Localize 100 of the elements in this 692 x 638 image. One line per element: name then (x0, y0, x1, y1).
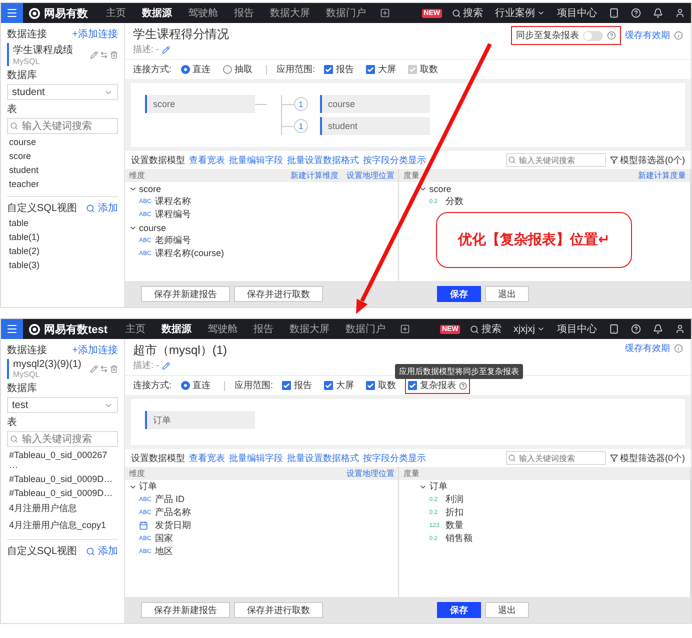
table-list-item[interactable]: 4月注册用户信息_copy1 (7, 518, 118, 533)
filter-icon[interactable] (610, 156, 618, 164)
menu-icon[interactable] (6, 7, 18, 19)
join-count-badge[interactable]: 1 (294, 97, 308, 111)
secondary-button[interactable]: 保存并新建报告 (141, 286, 230, 302)
field-name[interactable]: 发货日期 (155, 519, 191, 532)
cache-link[interactable]: 缓存有效期 (625, 29, 670, 42)
secondary-button[interactable]: 保存并进行取数 (234, 286, 323, 302)
nav-tab[interactable]: 报告 (226, 6, 262, 20)
add-icon[interactable] (400, 324, 410, 334)
pencil-icon[interactable] (90, 50, 98, 58)
nav-tab[interactable]: 主页 (118, 322, 154, 336)
table-node[interactable]: course (320, 95, 430, 113)
field-name[interactable]: 产品名称 (155, 506, 191, 519)
scope-checkbox[interactable]: 大屏 (363, 61, 400, 78)
field-search-field[interactable]: 输入关键词搜索 (506, 153, 606, 167)
field-name[interactable]: 利润 (445, 493, 464, 506)
secondary-button[interactable]: 保存并新建报告 (141, 602, 230, 618)
bell-icon[interactable] (653, 324, 663, 334)
table-list-item[interactable]: 4月注册用户信息 (7, 501, 118, 516)
info-icon[interactable] (674, 344, 683, 353)
toolbar-link[interactable]: 查看宽表 (189, 154, 225, 166)
toolbar-link[interactable]: 批量编辑字段 (229, 154, 283, 166)
project-center-link[interactable]: 项目中心 (551, 322, 603, 336)
sql-view-item[interactable]: table (7, 217, 118, 229)
field-name[interactable]: 老师编号 (155, 234, 191, 247)
mode-radio[interactable]: 抽取 (220, 61, 256, 78)
secondary-button[interactable]: 退出 (485, 602, 529, 618)
nav-tab[interactable]: 数据源 (154, 322, 200, 336)
table-node[interactable]: 订单 (145, 411, 255, 429)
field-name[interactable]: 分数 (445, 195, 464, 208)
mode-radio[interactable]: 直连 (178, 377, 214, 394)
field-name[interactable]: 销售额 (445, 532, 472, 545)
pencil-icon[interactable] (162, 46, 170, 54)
tablet-icon[interactable] (609, 8, 619, 18)
scope-checkbox[interactable]: 报告 (321, 61, 358, 78)
sync-toggle[interactable] (583, 30, 603, 40)
user-icon[interactable] (675, 324, 685, 334)
trash-icon[interactable] (110, 50, 118, 58)
info-icon[interactable] (674, 31, 683, 40)
swap-icon[interactable] (100, 365, 108, 373)
nav-tab[interactable]: 数据大屏 (262, 6, 318, 20)
field-name[interactable]: 课程名称 (155, 195, 191, 208)
field-search-field[interactable]: 输入关键词搜索 (506, 451, 606, 465)
table-list-item[interactable]: student (7, 164, 118, 176)
add-sql-link[interactable]: 添加 (98, 544, 118, 558)
primary-button[interactable]: 保存 (437, 286, 481, 302)
help-icon[interactable] (459, 382, 468, 390)
project-center-link[interactable]: 项目中心 (551, 6, 603, 20)
filter-link[interactable]: 模型筛选器(0个) (620, 154, 685, 166)
nav-tab[interactable]: 数据大屏 (282, 322, 338, 336)
trash-icon[interactable] (110, 365, 118, 373)
filter-link[interactable]: 模型筛选器(0个) (620, 452, 685, 464)
scope-checkbox[interactable]: 取数 (363, 377, 400, 394)
primary-button[interactable]: 保存 (437, 602, 481, 618)
caret-icon[interactable] (537, 325, 545, 333)
add-connection-link[interactable]: +添加连接 (72, 343, 118, 357)
caret-icon[interactable] (537, 9, 545, 17)
nav-tab[interactable]: 数据源 (134, 6, 180, 20)
field-name[interactable]: 课程名称(course) (155, 247, 224, 260)
toolbar-link[interactable]: 批量设置数据格式 (287, 154, 359, 166)
toolbar-link[interactable]: 批量设置数据格式 (287, 452, 359, 464)
search-link[interactable]: 搜索 (463, 6, 483, 20)
connection-name[interactable]: mysql2(3)(9)(1) (13, 359, 82, 370)
field-name[interactable]: 产品 ID (155, 493, 185, 506)
table-list-item[interactable]: teacher (7, 178, 118, 190)
table-search-field[interactable]: 输入关键词搜索 (7, 431, 118, 447)
nav-tab[interactable]: 驾驶舱 (180, 6, 226, 20)
join-count-badge[interactable]: 1 (294, 119, 308, 133)
field-name[interactable]: 课程编号 (155, 208, 191, 221)
nav-tab[interactable]: 报告 (246, 322, 282, 336)
table-list-item[interactable]: score (7, 150, 118, 162)
table-search-field[interactable]: 输入关键词搜索 (7, 118, 118, 134)
toolbar-link[interactable]: 按字段分类显示 (363, 154, 426, 166)
add-sql-link[interactable]: 添加 (98, 201, 118, 215)
scope-checkbox[interactable]: 大屏 (321, 377, 358, 394)
nav-tab[interactable]: 数据门户 (338, 322, 394, 336)
field-name[interactable]: 数量 (445, 519, 464, 532)
connection-name[interactable]: 学生课程成绩 (13, 45, 73, 56)
table-list-item[interactable]: #Tableau_0_sid_0009D… (7, 473, 118, 485)
add-connection-link[interactable]: +添加连接 (72, 27, 118, 41)
toolbar-link[interactable]: 批量编辑字段 (229, 452, 283, 464)
table-list-item[interactable]: #Tableau_0_sid_0009D… (7, 487, 118, 499)
panel-action-link[interactable]: 新建计算度量 (638, 170, 686, 181)
pencil-icon[interactable] (90, 365, 98, 373)
menu-icon[interactable] (6, 323, 18, 335)
user-menu[interactable]: xjxjxj (513, 324, 535, 334)
panel-action-link[interactable]: 设置地理位置 (346, 170, 394, 181)
scope-checkbox[interactable]: 复杂报表 (405, 377, 470, 394)
table-node[interactable]: student (320, 117, 430, 135)
cache-link[interactable]: 缓存有效期 (625, 342, 670, 355)
table-list-item[interactable]: #Tableau_0_sid_000267… (7, 449, 118, 471)
sql-view-item[interactable]: table(1) (7, 231, 118, 243)
table-node[interactable]: score (145, 95, 255, 113)
secondary-button[interactable]: 退出 (485, 286, 529, 302)
sql-view-item[interactable]: table(2) (7, 245, 118, 257)
field-name[interactable]: 地区 (155, 545, 173, 558)
database-select[interactable]: student (7, 84, 118, 100)
nav-tab[interactable]: 驾驶舱 (200, 322, 246, 336)
pencil-icon[interactable] (162, 362, 170, 370)
